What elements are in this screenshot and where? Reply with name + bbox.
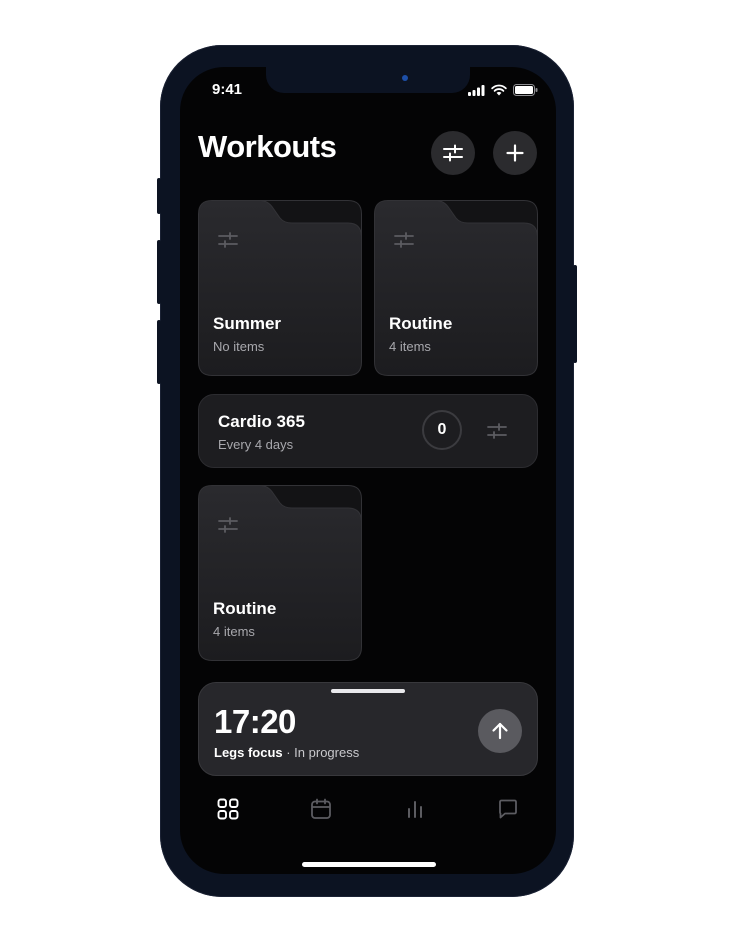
drag-handle[interactable]	[331, 689, 405, 693]
power-button	[573, 265, 577, 363]
folder-card-routine[interactable]: Routine 4 items	[198, 485, 362, 661]
workout-card-cardio[interactable]: Cardio 365 Every 4 days 0	[198, 394, 538, 468]
add-button[interactable]	[493, 131, 537, 175]
workout-frequency: Every 4 days	[218, 437, 294, 452]
page-title: Workouts	[198, 129, 337, 164]
plus-icon	[506, 144, 524, 162]
sliders-icon	[443, 144, 463, 162]
volume-up-button	[157, 240, 161, 304]
workout-progress-status: · In progress	[282, 745, 360, 760]
screen: 9:41 Workouts Summer No items Routine 4 …	[180, 67, 556, 874]
status-time: 9:41	[212, 81, 243, 98]
folder-card-summer[interactable]: Summer No items	[198, 200, 362, 376]
folder-name: Routine	[213, 599, 277, 618]
notch	[266, 67, 470, 93]
sliders-icon	[218, 232, 238, 248]
active-workout-bar[interactable]: 17:20 Legs focus · In progress	[198, 682, 538, 776]
folder-card-routine[interactable]: Routine 4 items	[374, 200, 538, 376]
workout-timer: 17:20	[214, 703, 296, 740]
signal-icon	[468, 84, 485, 96]
folder-item-count: 4 items	[213, 624, 255, 639]
tab-bar	[180, 797, 556, 827]
battery-icon	[513, 84, 538, 96]
folder-item-count: No items	[213, 339, 265, 354]
filter-button[interactable]	[431, 131, 475, 175]
expand-button[interactable]	[478, 709, 522, 753]
front-camera	[402, 75, 408, 81]
chat-icon[interactable]	[496, 797, 520, 821]
folder-name: Summer	[213, 314, 282, 333]
folder-name: Routine	[389, 314, 453, 333]
sliders-icon[interactable]	[487, 423, 507, 439]
sliders-icon	[394, 232, 414, 248]
home-indicator[interactable]	[302, 862, 436, 867]
sliders-icon	[218, 517, 238, 533]
completion-counter[interactable]: 0	[422, 410, 462, 450]
workout-focus: Legs focus	[214, 745, 283, 760]
grid-icon[interactable]	[216, 797, 240, 821]
stats-icon[interactable]	[403, 797, 427, 821]
status-icons	[468, 84, 538, 96]
arrow-up-icon	[492, 722, 508, 740]
workout-name: Cardio 365	[218, 412, 305, 431]
silent-switch	[157, 178, 161, 214]
volume-down-button	[157, 320, 161, 384]
wifi-icon	[491, 84, 507, 96]
calendar-icon[interactable]	[309, 797, 333, 821]
folder-item-count: 4 items	[389, 339, 431, 354]
workout-status: Legs focus · In progress	[214, 745, 359, 760]
